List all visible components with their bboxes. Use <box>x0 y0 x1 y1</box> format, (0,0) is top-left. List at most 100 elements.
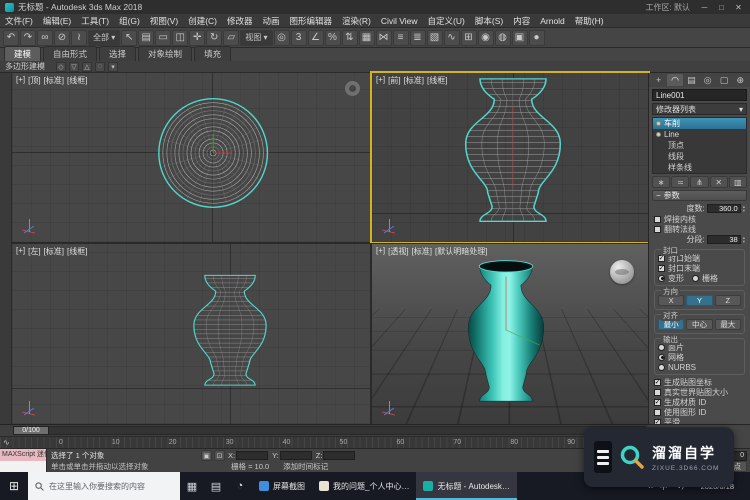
configure-modifier-sets-icon[interactable]: ▥ <box>729 176 747 188</box>
reference-coordinate-dropdown[interactable]: 视图 ▾ <box>240 30 272 46</box>
select-and-scale-icon[interactable]: ▱ <box>223 30 239 46</box>
viewport-label[interactable]: [标准] <box>404 75 424 86</box>
time-slider[interactable]: 0/100 <box>0 424 648 436</box>
output-radio[interactable]: NURBS <box>658 362 741 372</box>
modifier-stack-row[interactable]: 样条线 <box>653 162 746 173</box>
time-slider-handle[interactable]: 0/100 <box>13 426 49 435</box>
viewport-label[interactable]: [+] <box>376 246 385 257</box>
coordinate-field[interactable] <box>323 451 355 460</box>
maxscript-mini-listener[interactable]: MAXScript 迷你侦听器 <box>0 449 47 472</box>
ribbon-tab[interactable]: 选择 <box>99 46 136 61</box>
rectangular-selection-region-icon[interactable]: ▭ <box>155 30 171 46</box>
ribbon-panel-label[interactable]: 多边形建模 <box>5 61 45 72</box>
menu-item[interactable]: 编辑(E) <box>38 15 76 27</box>
viewport-label[interactable]: [左] <box>28 246 40 257</box>
menu-item[interactable]: Civil View <box>376 16 423 26</box>
isolate-selection-icon[interactable]: ▣ <box>201 450 212 461</box>
menu-item[interactable]: 动画 <box>258 15 285 27</box>
viewport-top[interactable]: [+][顶][标准][线框] <box>12 73 370 242</box>
mirror-icon[interactable]: ⋈ <box>376 30 392 46</box>
minimize-button[interactable]: ─ <box>698 3 711 12</box>
rendered-frame-icon[interactable]: ▣ <box>512 30 528 46</box>
percent-snap-icon[interactable]: % <box>325 30 341 46</box>
menu-item[interactable]: 渲染(R) <box>337 15 376 27</box>
visibility-bulb-icon[interactable] <box>656 132 661 137</box>
menu-item[interactable]: 组(G) <box>114 15 145 27</box>
app-logo-icon[interactable] <box>5 3 14 12</box>
listener-script-pane[interactable] <box>0 461 46 473</box>
task-view-icon[interactable]: ▦ <box>180 472 204 500</box>
taskbar-app-button[interactable]: 无标题 - Autodesk… <box>416 472 516 500</box>
modifier-stack-row[interactable]: 顶点 <box>653 140 746 151</box>
use-pivot-point-center-icon[interactable]: ◎ <box>274 30 290 46</box>
hierarchy-tab-icon[interactable]: ▤ <box>684 74 699 86</box>
remove-modifier-icon[interactable]: ✕ <box>710 176 728 188</box>
utilities-tab-icon[interactable]: ⊕ <box>733 74 748 86</box>
menu-item[interactable]: 图形编辑器 <box>285 15 338 27</box>
viewport-label[interactable]: [线框] <box>67 75 87 86</box>
taskbar-app-button[interactable]: 我的问题_个人中心… <box>312 472 416 500</box>
menu-item[interactable]: 内容 <box>508 15 535 27</box>
selection-lock-icon[interactable]: ⊡ <box>214 450 225 461</box>
viewport-label[interactable]: [默认明暗处理] <box>435 246 487 257</box>
output-radio[interactable]: 网格 <box>658 352 741 362</box>
close-button[interactable]: ✕ <box>732 3 745 12</box>
listener-macro-pane[interactable]: MAXScript 迷你侦听器 <box>0 449 46 461</box>
scene-explorer-icon[interactable]: ≣ <box>410 30 426 46</box>
file-explorer-icon[interactable]: ▤ <box>204 472 228 500</box>
selection-filter-dropdown[interactable]: 全部 ▾ <box>88 30 120 46</box>
edit-named-selection-sets-icon[interactable]: ▦ <box>359 30 375 46</box>
motion-tab-icon[interactable]: ◎ <box>700 74 715 86</box>
select-and-rotate-icon[interactable]: ↻ <box>206 30 222 46</box>
schematic-view-icon[interactable]: ⊞ <box>461 30 477 46</box>
browser-icon[interactable]: ◔ <box>228 472 252 500</box>
menu-item[interactable]: 文件(F) <box>0 15 38 27</box>
taskbar-search-input[interactable]: 在这里输入你要搜索的内容 <box>28 472 180 500</box>
viewport-label[interactable]: [线框] <box>427 75 447 86</box>
angle-snap-icon[interactable]: ∠ <box>308 30 324 46</box>
visibility-bulb-icon[interactable] <box>656 121 661 126</box>
mini-curve-editor-icon[interactable]: ∿ <box>3 438 10 447</box>
shrink-selection-icon[interactable]: ▽ <box>69 62 79 72</box>
menu-item[interactable]: 工具(T) <box>76 15 114 27</box>
viewcube-icon[interactable] <box>345 81 360 96</box>
viewport-perspective[interactable]: [+][透视][标准][默认明暗处理] <box>372 244 648 424</box>
make-unique-icon[interactable]: ⋔ <box>690 176 708 188</box>
menu-item[interactable]: Arnold <box>535 16 570 26</box>
curve-editor-icon[interactable]: ∿ <box>444 30 460 46</box>
taskbar-app-button[interactable]: 屏幕截图 <box>252 472 312 500</box>
menu-item[interactable]: 帮助(H) <box>570 15 609 27</box>
coordinate-field[interactable] <box>236 451 268 460</box>
menu-item[interactable]: 自定义(U) <box>423 15 470 27</box>
undo-icon[interactable]: ↶ <box>3 30 19 46</box>
time-slider-track[interactable] <box>49 426 646 435</box>
viewport-label[interactable]: [顶] <box>28 75 40 86</box>
cap-end-checkbox[interactable]: 封口末端 <box>658 263 741 273</box>
viewport-label[interactable]: [+] <box>16 75 25 86</box>
viewport-label[interactable]: [透视] <box>388 246 408 257</box>
soft-selection-icon[interactable]: ◇ <box>56 62 66 72</box>
menu-item[interactable]: 脚本(S) <box>470 15 508 27</box>
coordinate-field[interactable] <box>280 451 312 460</box>
show-end-result-icon[interactable]: ≍ <box>671 176 689 188</box>
menu-item[interactable]: 修改器 <box>222 15 258 27</box>
render-production-icon[interactable]: ● <box>529 30 545 46</box>
degrees-field[interactable]: 360.0 <box>707 204 741 213</box>
flip-normals-checkbox[interactable]: 翻转法线 <box>654 224 745 234</box>
weld-core-checkbox[interactable]: 焊接内核 <box>654 214 745 224</box>
modifier-stack-row[interactable]: Line <box>653 129 746 140</box>
modifier-stack-row[interactable]: 车削 <box>653 118 746 129</box>
menu-item[interactable]: 创建(C) <box>183 15 222 27</box>
viewcube-icon[interactable] <box>610 260 634 284</box>
bind-to-space-warp-icon[interactable]: ≀ <box>71 30 87 46</box>
generation-checkbox[interactable]: 使用图形 ID <box>654 407 745 417</box>
cap-morph-radio[interactable]: 变形 <box>658 273 684 283</box>
direction-button[interactable]: Y <box>686 295 712 306</box>
vase-shaded-model[interactable] <box>456 258 556 402</box>
spinner-icon[interactable]: ▴▾ <box>743 205 745 213</box>
start-button[interactable]: ⊞ <box>0 472 28 500</box>
render-setup-icon[interactable]: ◍ <box>495 30 511 46</box>
select-object-icon[interactable]: ↖ <box>121 30 137 46</box>
generation-checkbox[interactable]: 生成贴图坐标 <box>654 377 745 387</box>
viewport-label[interactable]: [+] <box>376 75 385 86</box>
